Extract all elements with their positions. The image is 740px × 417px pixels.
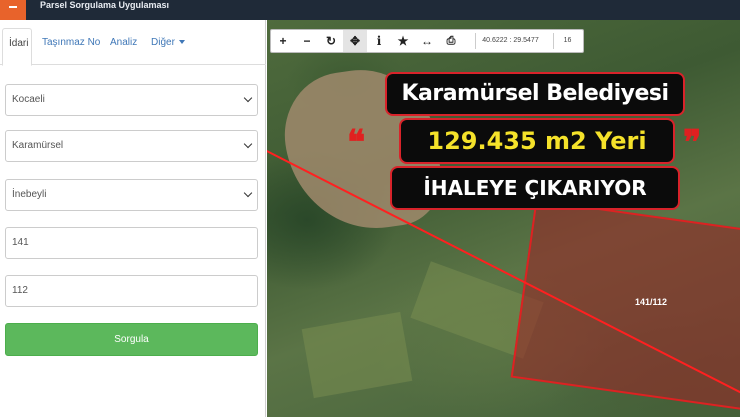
bookmark-icon[interactable]: ★ xyxy=(391,30,415,52)
parcel-polygon[interactable] xyxy=(510,199,740,411)
query-panel: İdari Taşınmaz No Analiz Diğer Kocaeli K… xyxy=(0,20,266,417)
sorgula-button[interactable]: Sorgula xyxy=(5,323,258,356)
tab-diger-label: Diğer xyxy=(151,37,175,48)
tab-tasinmaz-no[interactable]: Taşınmaz No xyxy=(36,28,106,65)
info-icon[interactable]: i xyxy=(367,30,391,52)
map-toolbar: + − ↻ ✥ i ★ ↔ ⎙ 40.6222 : 29.5477 16 xyxy=(270,29,584,53)
zoom-out-icon[interactable]: − xyxy=(295,30,319,52)
zoom-level: 16 xyxy=(553,33,581,49)
measure-icon[interactable]: ↔ xyxy=(415,30,439,52)
tab-analiz[interactable]: Analiz xyxy=(104,28,143,65)
coordinate-readout: 40.6222 : 29.5477 xyxy=(475,33,545,49)
parcel-label: 141/112 xyxy=(635,297,668,307)
zoom-in-icon[interactable]: + xyxy=(271,30,295,52)
pan-icon[interactable]: ✥ xyxy=(343,30,367,52)
refresh-icon[interactable]: ↻ xyxy=(319,30,343,52)
caret-down-icon xyxy=(178,40,185,45)
app-logo[interactable] xyxy=(0,0,26,20)
chevron-down-icon xyxy=(243,188,253,198)
panel-tabs: İdari Taşınmaz No Analiz Diğer xyxy=(0,28,266,66)
mahalle-select-value: İnebeyli xyxy=(12,189,47,200)
headline-line-3: İHALEYE ÇIKARIYOR xyxy=(390,166,680,210)
tab-idari[interactable]: İdari xyxy=(2,28,32,66)
ilce-select-value: Karamürsel xyxy=(12,140,64,151)
quote-close-icon: ❞ xyxy=(683,123,702,163)
il-select[interactable]: Kocaeli xyxy=(5,84,258,116)
il-select-value: Kocaeli xyxy=(12,94,45,105)
mahalle-select[interactable]: İnebeyli xyxy=(5,179,258,211)
quote-open-icon: ❝ xyxy=(347,123,366,163)
tab-diger[interactable]: Diğer xyxy=(145,28,191,65)
headline-line-1: Karamürsel Belediyesi xyxy=(385,72,685,116)
chevron-down-icon xyxy=(243,93,253,103)
chevron-down-icon xyxy=(243,139,253,149)
ada-input[interactable]: 141 xyxy=(5,227,258,259)
parsel-input[interactable]: 112 xyxy=(5,275,258,307)
app-header: Parsel Sorgulama Uygulaması xyxy=(0,0,740,20)
map-field xyxy=(301,311,413,399)
headline-overlay: Karamürsel Belediyesi 129.435 m2 Yeri İH… xyxy=(347,72,701,212)
print-icon[interactable]: ⎙ xyxy=(439,30,463,52)
app-title: Parsel Sorgulama Uygulaması xyxy=(40,0,170,10)
ilce-select[interactable]: Karamürsel xyxy=(5,130,258,162)
headline-line-2: 129.435 m2 Yeri xyxy=(399,118,675,164)
